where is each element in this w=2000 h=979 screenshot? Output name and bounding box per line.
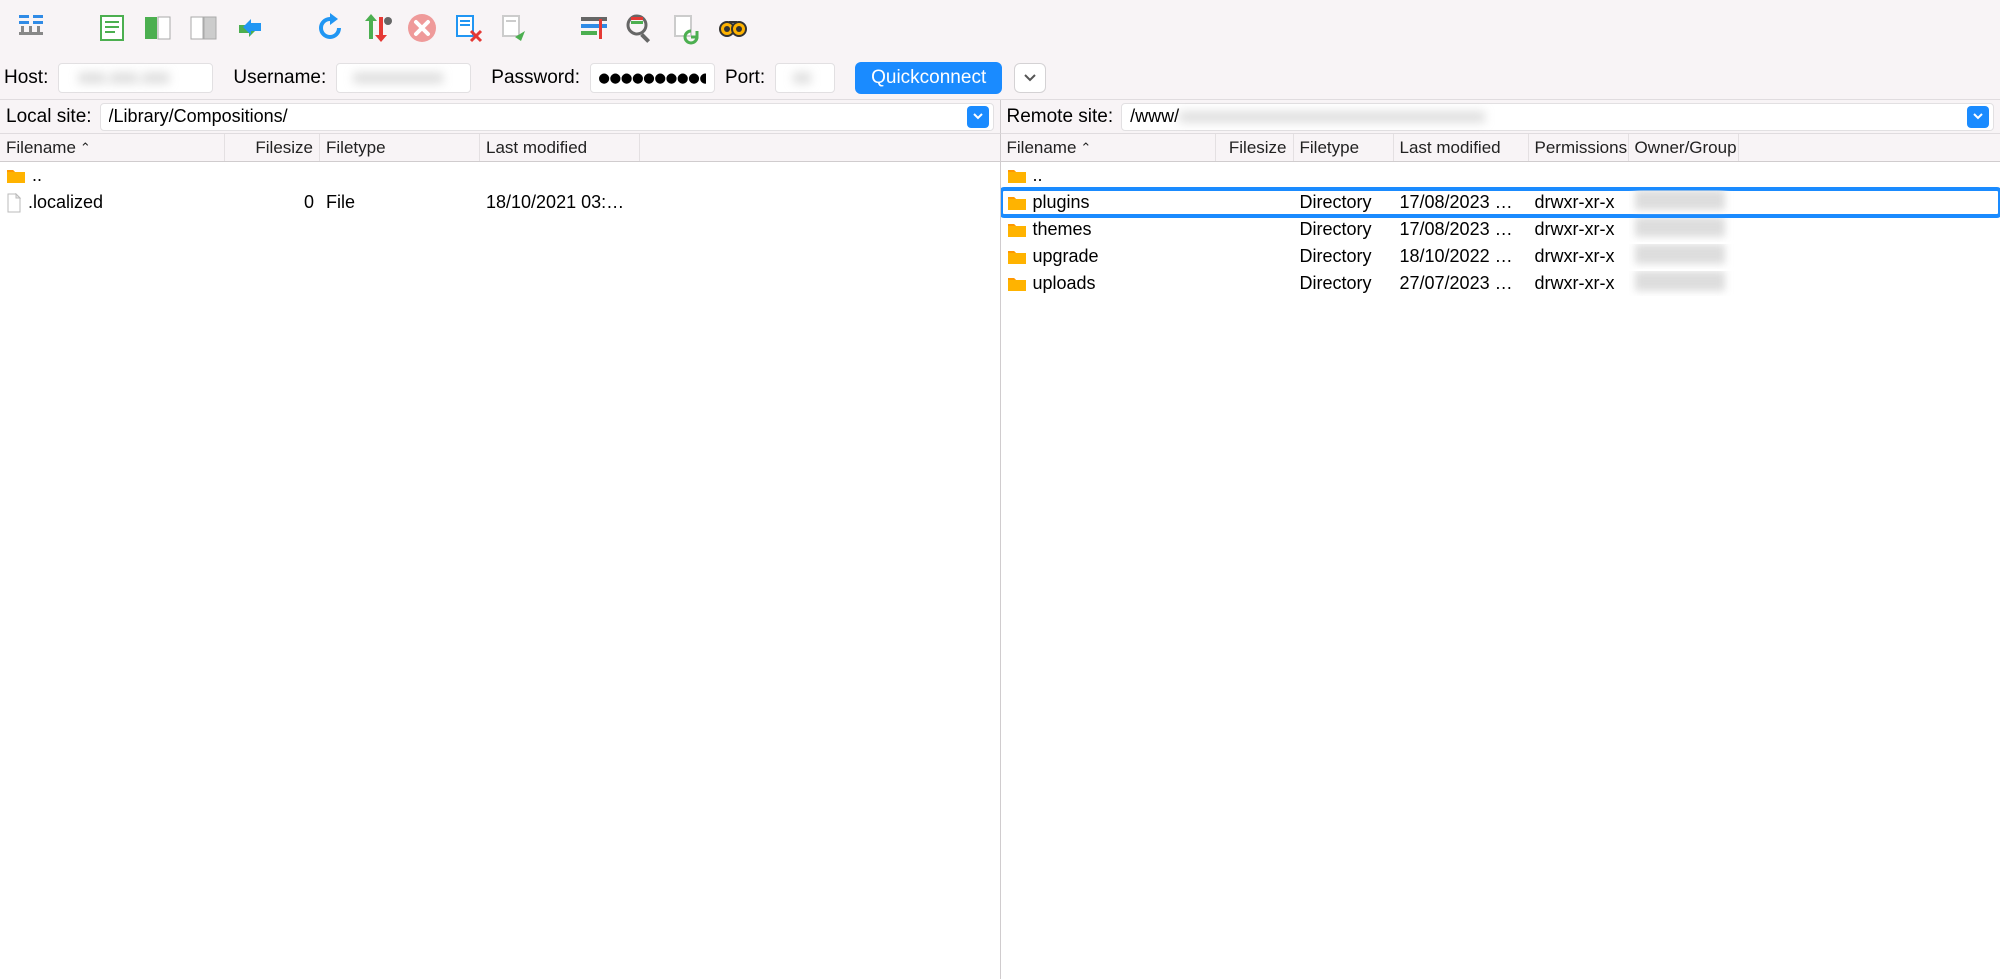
remote-site-input-wrap[interactable]: /www/ xxxxxxxxxxxxxxxxxxxxxxxxxxxxxxxxxx [1121, 103, 1994, 131]
process-queue-icon[interactable] [356, 8, 396, 48]
remote-path-prefix: /www/ [1130, 106, 1179, 127]
host-input[interactable] [58, 63, 213, 93]
local-col-filetype[interactable]: Filetype [320, 134, 480, 161]
find-icon[interactable] [712, 8, 752, 48]
column-headers: Filename⌃ Filesize Filetype Last modifie… [0, 134, 2000, 162]
host-label: Host: [4, 67, 48, 89]
chevron-down-icon [1973, 113, 1983, 120]
username-label: Username: [233, 67, 326, 89]
password-label: Password: [491, 67, 580, 89]
file-type-cell: Directory [1294, 246, 1394, 267]
file-icon [6, 193, 22, 213]
file-row[interactable]: uploads Directory27/07/2023 1…drwxr-xr-x [1001, 270, 2000, 297]
file-name-cell: upgrade [1001, 246, 1216, 267]
file-modified-cell: 17/08/2023 0… [1394, 192, 1529, 213]
file-owner-cell [1629, 217, 1739, 242]
file-name-cell: plugins [1001, 192, 1216, 213]
file-owner-cell [1629, 244, 1739, 269]
port-input[interactable] [775, 63, 835, 93]
file-row[interactable]: .localized0File18/10/2021 03:3… [0, 189, 1000, 216]
local-col-filesize[interactable]: Filesize [225, 134, 320, 161]
file-name-cell: .. [0, 165, 225, 186]
file-owner-cell [1629, 271, 1739, 296]
remote-file-list[interactable]: ..pluginsDirectory17/08/2023 0…drwxr-xr-… [1001, 162, 2000, 979]
site-manager-icon[interactable] [12, 8, 52, 48]
chevron-down-icon [973, 113, 983, 120]
file-name-cell: .localized [0, 192, 225, 213]
folder-icon [1007, 222, 1027, 238]
disconnect-icon[interactable] [448, 8, 488, 48]
local-file-list[interactable]: .. .localized0File18/10/2021 03:3… [0, 162, 1001, 979]
sort-asc-icon: ⌃ [1080, 140, 1091, 156]
quickconnect-dropdown[interactable] [1014, 63, 1046, 93]
chevron-down-icon [1024, 74, 1036, 82]
file-permissions-cell: drwxr-xr-x [1529, 219, 1629, 240]
username-input[interactable] [336, 63, 471, 93]
sort-asc-icon: ⌃ [80, 140, 91, 156]
folder-icon [1007, 195, 1027, 211]
remote-col-filesize[interactable]: Filesize [1216, 134, 1294, 161]
remote-col-filename[interactable]: Filename⌃ [1001, 134, 1216, 161]
remote-col-modified[interactable]: Last modified [1394, 134, 1529, 161]
quickconnect-bar: Host: xxx.xxx.xxx Username: xxxxxxxxxx P… [0, 56, 2000, 100]
file-type-cell: Directory [1294, 192, 1394, 213]
remote-col-filetype[interactable]: Filetype [1294, 134, 1394, 161]
file-modified-cell: 18/10/2021 03:3… [480, 192, 640, 213]
remote-col-permissions[interactable]: Permissions [1529, 134, 1629, 161]
folder-icon [1007, 168, 1027, 184]
folder-icon [6, 168, 26, 184]
site-path-bar: Local site: Remote site: /www/ xxxxxxxxx… [0, 100, 2000, 134]
remote-headers: Filename⌃ Filesize Filetype Last modifie… [1001, 134, 2000, 162]
folder-icon [1007, 249, 1027, 265]
file-row[interactable]: plugins Directory17/08/2023 0…drwxr-xr-x [1001, 189, 2000, 216]
file-permissions-cell: drwxr-xr-x [1529, 192, 1629, 213]
file-type-cell: Directory [1294, 273, 1394, 294]
file-row[interactable]: .. [1001, 162, 2000, 189]
toggle-local-tree-icon[interactable] [138, 8, 178, 48]
remote-site-label: Remote site: [1007, 106, 1114, 128]
local-site-input-wrap[interactable] [100, 103, 994, 131]
toggle-log-icon[interactable] [92, 8, 132, 48]
file-owner-cell [1629, 190, 1739, 215]
file-permissions-cell: drwxr-xr-x [1529, 246, 1629, 267]
file-modified-cell: 18/10/2022 0… [1394, 246, 1529, 267]
local-headers: Filename⌃ Filesize Filetype Last modifie… [0, 134, 1001, 162]
file-name-cell: .. [1001, 165, 1216, 186]
port-label: Port: [725, 67, 765, 89]
password-input[interactable] [590, 63, 715, 93]
remote-site-dropdown[interactable] [1967, 106, 1989, 128]
main-toolbar [0, 0, 2000, 56]
file-panels: ...localized0File18/10/2021 03:3… ..plug… [0, 162, 2000, 979]
local-site-dropdown[interactable] [967, 106, 989, 128]
file-type-cell: Directory [1294, 219, 1394, 240]
local-site-input[interactable] [109, 106, 963, 127]
file-permissions-cell: drwxr-xr-x [1529, 273, 1629, 294]
remote-col-owner[interactable]: Owner/Group [1629, 134, 1739, 161]
filter-icon[interactable] [574, 8, 614, 48]
file-type-cell: File [320, 192, 480, 213]
file-row[interactable]: themes Directory17/08/2023 0…drwxr-xr-x [1001, 216, 2000, 243]
refresh-icon[interactable] [310, 8, 350, 48]
file-name-cell: themes [1001, 219, 1216, 240]
file-name-cell: uploads [1001, 273, 1216, 294]
folder-icon [1007, 276, 1027, 292]
toggle-queue-icon[interactable] [230, 8, 270, 48]
local-col-modified[interactable]: Last modified [480, 134, 640, 161]
reconnect-icon[interactable] [494, 8, 534, 48]
file-size-cell: 0 [225, 192, 320, 213]
file-modified-cell: 17/08/2023 0… [1394, 219, 1529, 240]
local-col-filename[interactable]: Filename⌃ [0, 134, 225, 161]
toggle-remote-tree-icon[interactable] [184, 8, 224, 48]
local-site-label: Local site: [6, 106, 92, 128]
cancel-icon[interactable] [402, 8, 442, 48]
sync-icon[interactable] [666, 8, 706, 48]
remote-path-obscured: xxxxxxxxxxxxxxxxxxxxxxxxxxxxxxxxxx [1179, 106, 1579, 127]
search-icon[interactable] [620, 8, 660, 48]
file-row[interactable]: upgrade Directory18/10/2022 0…drwxr-xr-x [1001, 243, 2000, 270]
file-row[interactable]: .. [0, 162, 1000, 189]
file-modified-cell: 27/07/2023 1… [1394, 273, 1529, 294]
quickconnect-button[interactable]: Quickconnect [855, 62, 1002, 94]
